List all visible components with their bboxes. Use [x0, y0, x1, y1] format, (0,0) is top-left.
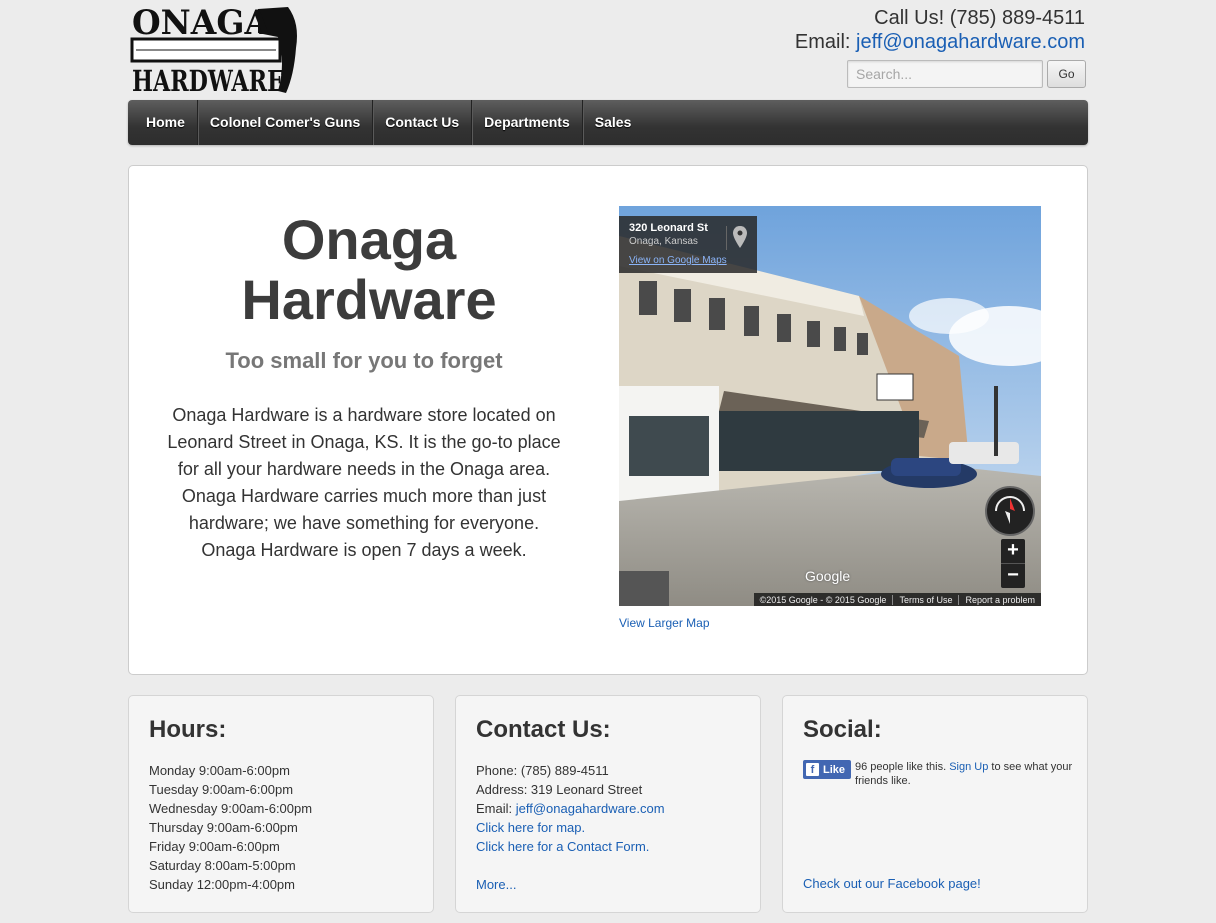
view-larger-map-link[interactable]: View Larger Map [619, 616, 710, 630]
header-contact: Call Us! (785) 889-4511 Email: jeff@onag… [795, 6, 1085, 54]
hero-title: Onaga Hardware [241, 208, 497, 331]
hours-line: Tuesday 9:00am-6:00pm [149, 782, 294, 797]
hours-line: Thursday 9:00am-6:00pm [149, 820, 298, 835]
contact-phone: Phone: (785) 889-4511 [476, 763, 609, 778]
nav-home[interactable]: Home [128, 100, 198, 145]
nav-sales[interactable]: Sales [583, 100, 644, 145]
nav-colonel-comers-guns[interactable]: Colonel Comer's Guns [198, 100, 374, 145]
map-address-card: 320 Leonard St Onaga, Kansas View on Goo… [619, 216, 757, 273]
view-on-google-maps-link[interactable]: View on Google Maps [629, 255, 727, 266]
facebook-icon: f [806, 763, 819, 776]
street-view-map[interactable]: 320 Leonard St Onaga, Kansas View on Goo… [619, 206, 1041, 606]
facebook-like-count: 96 people like this. [855, 761, 947, 773]
google-watermark: Google [805, 568, 851, 584]
hours-line: Sunday 12:00pm-4:00pm [149, 877, 295, 892]
hours-line: Saturday 8:00am-5:00pm [149, 858, 296, 873]
facebook-signup-link[interactable]: Sign Up [949, 761, 988, 773]
hours-line: Monday 9:00am-6:00pm [149, 763, 290, 778]
hours-card: Hours: Monday 9:00am-6:00pm Tuesday 9:00… [128, 695, 434, 913]
header-email-label: Email: [794, 31, 851, 53]
header-phone: Call Us! (785) 889-4511 [874, 7, 1085, 29]
social-title: Social: [803, 716, 882, 743]
map-copyright: ©2015 Google - © 2015 Google [759, 594, 887, 605]
hero-description: Onaga Hardware is a hardware store locat… [167, 405, 561, 560]
facebook-like-widget: f Like 96 people like this. Sign Up to s… [803, 760, 1073, 788]
nav-departments[interactable]: Departments [472, 100, 583, 145]
contact-list: Phone: (785) 889-4511 Address: 319 Leona… [476, 761, 665, 894]
zoom-out-button[interactable]: − [1001, 563, 1025, 588]
contact-more-link[interactable]: More... [476, 877, 516, 892]
contact-email-link[interactable]: jeff@onagahardware.com [516, 801, 665, 816]
svg-text:ONAGA: ONAGA [132, 3, 271, 43]
map-terms-link[interactable]: Terms of Use [892, 594, 958, 605]
map-street: 320 Leonard St [629, 222, 708, 234]
hero-subtitle: Too small for you to forget [225, 348, 503, 373]
zoom-in-button[interactable]: + [1001, 539, 1025, 563]
hero-panel: Onaga Hardware Too small for you to forg… [128, 165, 1088, 675]
map-footer: ©2015 Google - © 2015 Google Terms of Us… [753, 593, 1041, 606]
map-zoom-controls: + − [1001, 539, 1025, 588]
compass-icon[interactable] [985, 486, 1035, 536]
svg-text:HARDWARE: HARDWARE [132, 64, 284, 95]
map-link[interactable]: Click here for map. [476, 820, 585, 835]
contact-card: Contact Us: Phone: (785) 889-4511 Addres… [455, 695, 761, 913]
map-city: Onaga, Kansas [629, 236, 698, 247]
search-go-button[interactable]: Go [1047, 60, 1086, 88]
search-input[interactable] [847, 60, 1043, 88]
facebook-like-button[interactable]: f Like [803, 760, 852, 779]
facebook-page-link[interactable]: Check out our Facebook page! [803, 876, 981, 891]
main-nav: Home Colonel Comer's Guns Contact Us Dep… [128, 100, 1088, 145]
social-card: Social: f Like 96 people like this. Sign… [782, 695, 1088, 913]
contact-title: Contact Us: [476, 716, 611, 743]
site-logo[interactable]: ONAGA HARDWARE [128, 3, 300, 95]
contact-address: Address: 319 Leonard Street [476, 782, 643, 797]
map-pin-icon[interactable] [726, 226, 751, 250]
search-form: Go [847, 60, 1086, 88]
hours-line: Wednesday 9:00am-6:00pm [149, 801, 313, 816]
header-email-link[interactable]: jeff@onagahardware.com [856, 31, 1085, 53]
contact-form-link[interactable]: Click here for a Contact Form. [476, 839, 649, 854]
nav-contact-us[interactable]: Contact Us [373, 100, 473, 145]
contact-email-label: Email: [476, 801, 513, 816]
facebook-like-label: Like [823, 763, 846, 776]
contact-email-row: Email: jeff@onagahardware.com [476, 799, 665, 818]
facebook-like-text: 96 people like this. Sign Up to see what… [855, 760, 1073, 788]
hours-list: Monday 9:00am-6:00pm Tuesday 9:00am-6:00… [149, 761, 312, 894]
hours-line: Friday 9:00am-6:00pm [149, 839, 280, 854]
map-report-link[interactable]: Report a problem [958, 594, 1041, 605]
hours-title: Hours: [149, 716, 227, 743]
